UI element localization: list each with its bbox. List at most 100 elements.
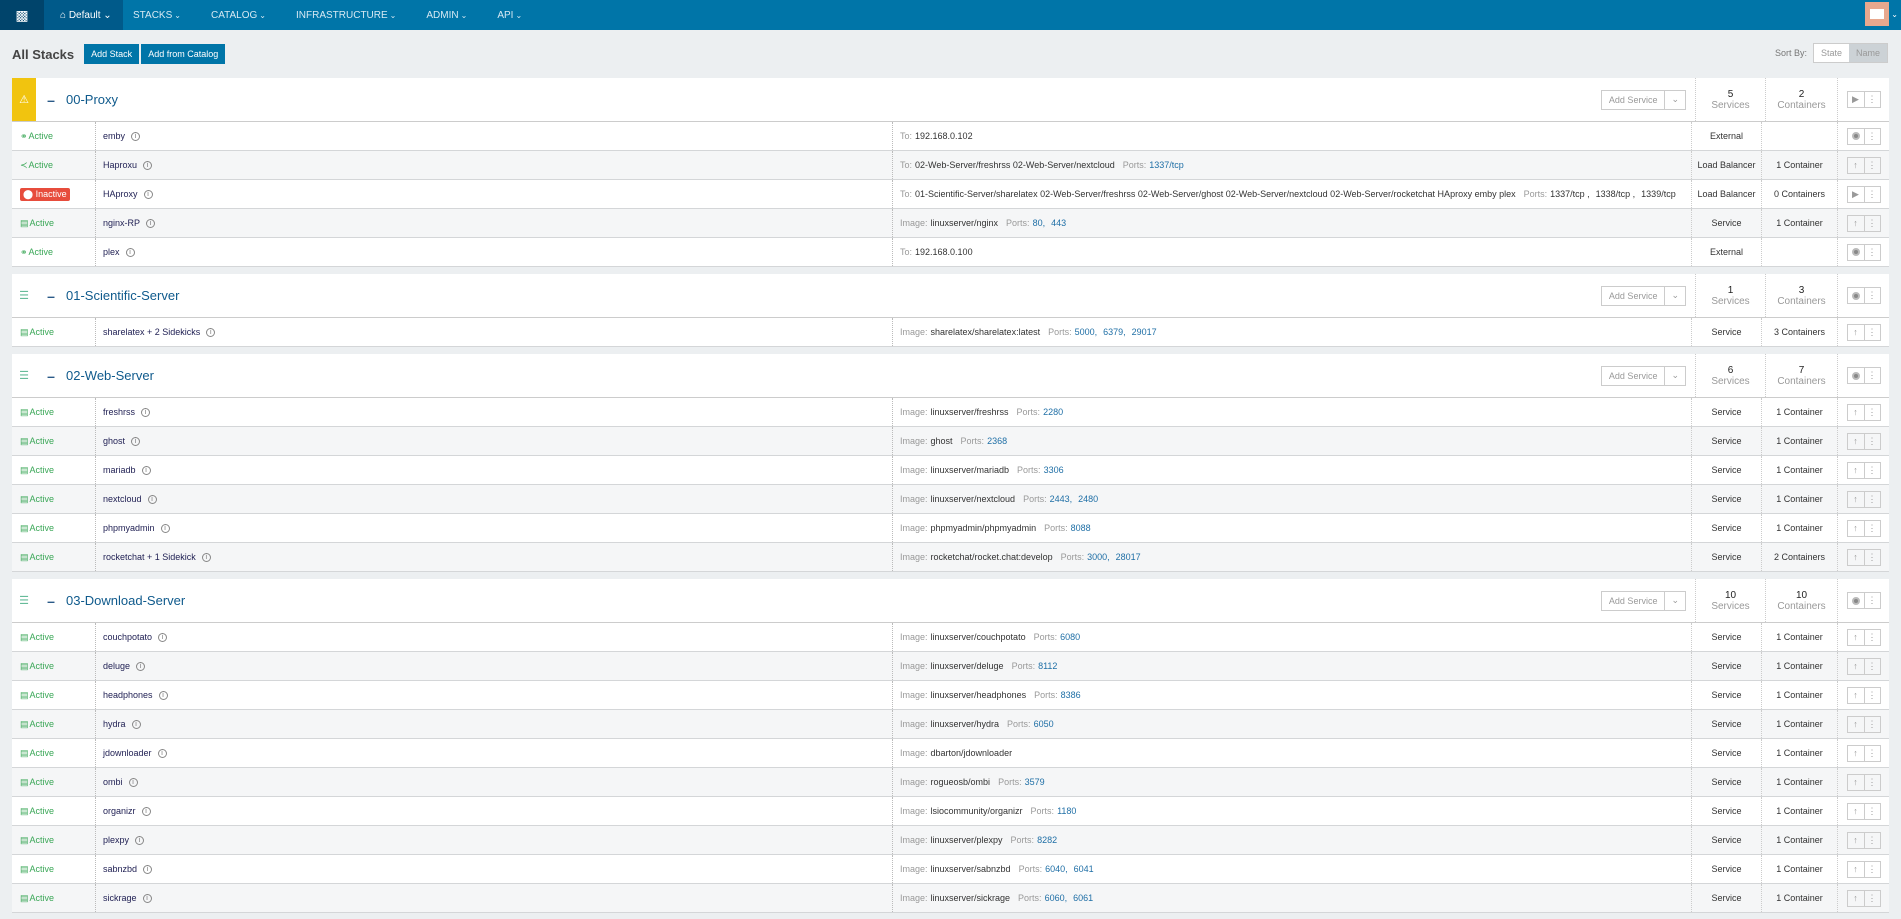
more-menu-icon[interactable]: ⋮ [1863,288,1880,303]
more-menu-icon[interactable]: ⋮ [1863,745,1880,761]
play-icon[interactable]: ▶ [1848,187,1864,202]
info-icon[interactable]: i [128,777,138,787]
info-icon[interactable]: i [158,632,168,642]
info-icon[interactable]: i [135,835,145,845]
nav-stacks[interactable]: STACKS ⌄ [133,10,181,21]
upgrade-icon[interactable]: ↑ [1848,862,1864,877]
more-menu-icon[interactable]: ⋮ [1863,861,1880,877]
service-name-link[interactable]: Haproxu [103,160,137,170]
stack-name[interactable]: 01-Scientific-Server [66,274,1601,317]
info-icon[interactable]: i [143,189,153,199]
service-name-link[interactable]: plex [103,247,120,257]
add-service-button[interactable]: Add Service [1600,365,1666,386]
add-service-dropdown-icon[interactable]: ⌄ [1665,365,1686,386]
upgrade-icon[interactable]: ↑ [1848,521,1864,536]
upgrade-icon[interactable]: ↑ [1848,833,1864,848]
info-icon[interactable]: i [201,552,211,562]
more-menu-icon[interactable]: ⋮ [1863,890,1880,906]
service-name-link[interactable]: couchpotato [103,632,152,642]
add-service-button[interactable]: Add Service [1600,285,1666,306]
upgrade-icon[interactable]: ↑ [1848,746,1864,761]
avatar[interactable] [1865,2,1889,26]
service-name-link[interactable]: freshrss [103,407,135,417]
service-name-link[interactable]: HAproxy [103,189,138,199]
environment-switcher[interactable]: ⌂ Default ⌄ [44,0,123,30]
more-menu-icon[interactable]: ⋮ [1863,324,1880,340]
chevron-down-icon[interactable]: ⌄ [1891,10,1898,19]
more-menu-icon[interactable]: ⋮ [1863,368,1880,383]
upgrade-icon[interactable]: ↑ [1848,405,1864,420]
more-menu-icon[interactable]: ⋮ [1863,687,1880,703]
upgrade-icon[interactable]: ↑ [1848,688,1864,703]
info-icon[interactable]: i [131,131,141,141]
info-icon[interactable]: i [147,494,157,504]
info-icon[interactable]: i [146,218,156,228]
info-icon[interactable]: i [160,523,170,533]
info-icon[interactable]: i [131,719,141,729]
upgrade-icon[interactable]: ↑ [1848,717,1864,732]
add-service-button[interactable]: Add Service [1600,89,1666,110]
upgrade-icon[interactable]: ↑ [1848,891,1864,906]
upgrade-icon[interactable]: ↑ [1848,775,1864,790]
info-icon[interactable]: i [141,407,151,417]
upgrade-icon[interactable]: ↑ [1848,804,1864,819]
stack-name[interactable]: 02-Web-Server [66,354,1601,397]
more-menu-icon[interactable]: ⋮ [1863,832,1880,848]
service-name-link[interactable]: organizr [103,806,136,816]
add-stack-button[interactable]: Add Stack [84,44,140,64]
more-menu-icon[interactable]: ⋮ [1863,520,1880,536]
add-service-dropdown-icon[interactable]: ⌄ [1665,89,1686,110]
more-menu-icon[interactable]: ⋮ [1863,462,1880,478]
collapse-icon[interactable]: – [36,354,66,397]
service-name-link[interactable]: sabnzbd [103,864,137,874]
service-name-link[interactable]: ombi [103,777,123,787]
info-icon[interactable]: i [143,864,153,874]
upgrade-icon[interactable]: ↑ [1848,434,1864,449]
info-icon[interactable]: i [158,690,168,700]
service-name-link[interactable]: mariadb [103,465,136,475]
service-name-link[interactable]: jdownloader [103,748,152,758]
nav-api[interactable]: API ⌄ [497,10,522,21]
sort-name-button[interactable]: Name [1848,44,1887,62]
info-icon[interactable]: i [141,465,151,475]
more-menu-icon[interactable]: ⋮ [1863,404,1880,420]
collapse-icon[interactable]: – [36,78,66,121]
play-icon[interactable]: ▶ [1848,92,1864,107]
info-icon[interactable]: i [143,160,153,170]
more-menu-icon[interactable]: ⋮ [1863,128,1880,144]
stop-icon[interactable] [1848,245,1864,260]
upgrade-icon[interactable]: ↑ [1848,216,1864,231]
service-name-link[interactable]: ghost [103,436,125,446]
upgrade-icon[interactable]: ↑ [1848,492,1864,507]
service-name-link[interactable]: deluge [103,661,130,671]
service-name-link[interactable]: nginx-RP [103,218,140,228]
sort-state-button[interactable]: State [1813,44,1849,62]
stop-icon[interactable] [1848,129,1864,144]
more-menu-icon[interactable]: ⋮ [1863,549,1880,565]
upgrade-icon[interactable]: ↑ [1848,659,1864,674]
service-name-link[interactable]: sickrage [103,893,137,903]
collapse-icon[interactable]: – [36,579,66,622]
stack-name[interactable]: 03-Download-Server [66,579,1601,622]
more-menu-icon[interactable]: ⋮ [1863,774,1880,790]
rancher-logo-icon[interactable]: ▩ [0,0,44,30]
upgrade-icon[interactable]: ↑ [1848,158,1864,173]
stop-icon[interactable] [1848,288,1864,303]
service-name-link[interactable]: headphones [103,690,153,700]
more-menu-icon[interactable]: ⋮ [1863,491,1880,507]
info-icon[interactable]: i [141,806,151,816]
stop-icon[interactable] [1848,368,1864,383]
info-icon[interactable]: i [206,327,216,337]
more-menu-icon[interactable]: ⋮ [1863,92,1880,107]
nav-catalog[interactable]: CATALOG ⌄ [211,10,266,21]
nav-infrastructure[interactable]: INFRASTRUCTURE ⌄ [296,10,396,21]
more-menu-icon[interactable]: ⋮ [1863,593,1880,608]
add-service-button[interactable]: Add Service [1600,590,1666,611]
service-name-link[interactable]: hydra [103,719,126,729]
info-icon[interactable]: i [142,893,152,903]
info-icon[interactable]: i [125,247,135,257]
upgrade-icon[interactable]: ↑ [1848,463,1864,478]
collapse-icon[interactable]: – [36,274,66,317]
service-name-link[interactable]: nextcloud [103,494,142,504]
more-menu-icon[interactable]: ⋮ [1863,629,1880,645]
